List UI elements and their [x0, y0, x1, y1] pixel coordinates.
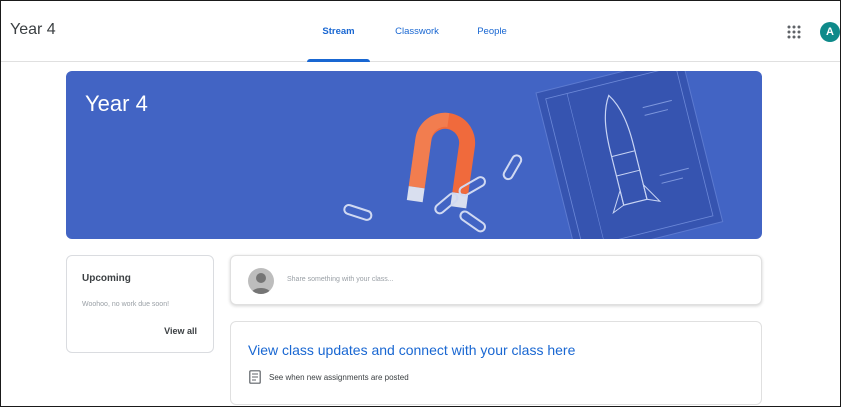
person-icon: [251, 273, 271, 294]
top-app-bar: Year 4 Stream Classwork People A: [1, 1, 840, 62]
view-all-link[interactable]: View all: [164, 326, 197, 336]
class-updates-card: View class updates and connect with your…: [230, 321, 762, 405]
assignment-icon: [249, 370, 261, 384]
class-name[interactable]: Year 4: [10, 21, 56, 39]
tab-bar: Stream Classwork People: [305, 1, 522, 62]
upcoming-message: Woohoo, no work due soon!: [82, 301, 170, 308]
tab-people[interactable]: People: [462, 1, 522, 62]
banner-title: Year 4: [85, 91, 148, 116]
updates-title: View class updates and connect with your…: [248, 342, 576, 358]
account-avatar[interactable]: A: [820, 22, 840, 42]
banner-illustration: [343, 71, 724, 239]
user-avatar: [248, 268, 274, 294]
grid-apps-icon[interactable]: [785, 23, 803, 41]
upcoming-title: Upcoming: [82, 273, 131, 284]
class-banner: Year 4: [66, 71, 762, 239]
share-composer[interactable]: Share something with your class...: [230, 255, 762, 305]
tab-stream[interactable]: Stream: [305, 1, 372, 62]
upcoming-card: Upcoming Woohoo, no work due soon! View …: [66, 255, 214, 353]
updates-info-row: See when new assignments are posted: [249, 370, 409, 384]
updates-subtitle: See when new assignments are posted: [269, 372, 409, 382]
classroom-window: Year 4 Stream Classwork People A Year 4 …: [0, 0, 841, 407]
share-placeholder: Share something with your class...: [287, 276, 394, 283]
tab-classwork[interactable]: Classwork: [374, 1, 460, 62]
